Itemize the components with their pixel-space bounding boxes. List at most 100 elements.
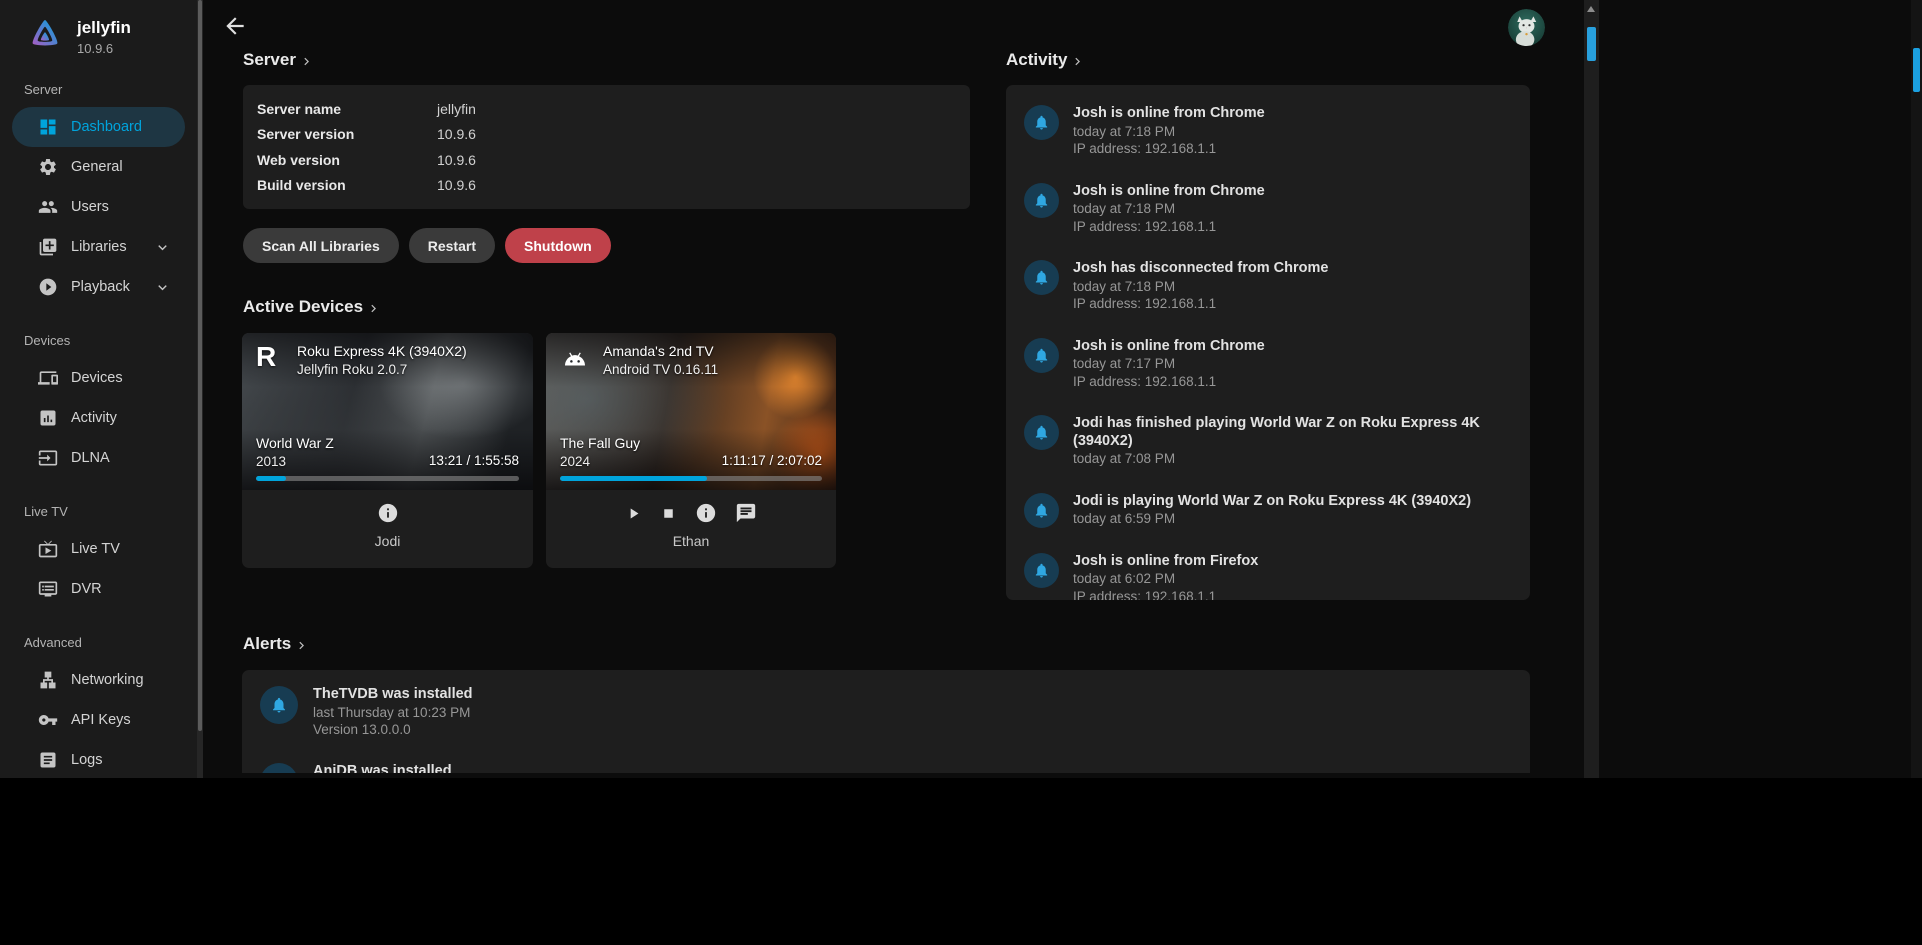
library-add-icon <box>38 237 58 257</box>
server-info-row: Build version 10.9.6 <box>243 173 970 199</box>
activity-entry: Jodi has finished playing World War Z on… <box>1024 415 1516 468</box>
alert-entry: TheTVDB was installed last Thursday at 1… <box>260 686 1530 739</box>
play-button[interactable] <box>625 505 642 522</box>
bell-icon <box>1033 502 1050 519</box>
dvr-icon <box>38 579 58 599</box>
content-scrollbar[interactable] <box>1584 0 1599 778</box>
content-scrollbar-thumb[interactable] <box>1587 27 1596 61</box>
alerts-heading[interactable]: Alerts <box>243 634 309 654</box>
activity-entry: Josh is online from Chrome today at 7:18… <box>1024 183 1516 236</box>
window-scrollbar-thumb[interactable] <box>1913 48 1920 92</box>
server-info-row: Web version 10.9.6 <box>243 147 970 173</box>
now-playing-backdrop: Amanda's 2nd TV Android TV 0.16.11 The F… <box>546 333 836 490</box>
sidebar-item-live-tv[interactable]: Live TV <box>0 529 197 569</box>
input-icon <box>38 448 58 468</box>
playback-progress-bar <box>560 476 822 481</box>
jellyfin-dashboard: jellyfin 10.9.6 Server Dashboard General… <box>0 0 1922 945</box>
sidebar-item-libraries[interactable]: Libraries <box>0 227 197 267</box>
media-title: World War Z <box>256 435 334 451</box>
playback-time: 13:21 / 1:55:58 <box>429 453 519 469</box>
live-tv-icon <box>38 539 58 559</box>
device-name: Roku Express 4K (3940X2) <box>297 343 467 359</box>
info-button[interactable] <box>695 502 717 524</box>
sidebar-scrollbar-thumb[interactable] <box>198 0 202 731</box>
app-title: jellyfin <box>77 18 131 38</box>
app-version: 10.9.6 <box>77 41 131 56</box>
sidebar-item-playback[interactable]: Playback <box>0 267 197 307</box>
info-button[interactable] <box>377 502 399 524</box>
server-section-heading[interactable]: Server <box>243 50 314 70</box>
sidebar-item-logs[interactable]: Logs <box>0 740 197 778</box>
active-device-card: R Roku Express 4K (3940X2) Jellyfin Roku… <box>242 333 533 568</box>
activity-entry: Josh has disconnected from Chrome today … <box>1024 260 1516 313</box>
media-year: 2024 <box>560 454 640 469</box>
scan-all-libraries-button[interactable]: Scan All Libraries <box>243 228 399 263</box>
bell-icon <box>270 773 288 774</box>
sidebar-item-users[interactable]: Users <box>0 187 197 227</box>
sidebar-item-activity[interactable]: Activity <box>0 398 197 438</box>
bell-icon <box>1033 269 1050 286</box>
sidebar-item-api-keys[interactable]: API Keys <box>0 700 197 740</box>
restart-button[interactable]: Restart <box>409 228 495 263</box>
server-info-row: Server version 10.9.6 <box>243 122 970 148</box>
devices-icon <box>38 368 58 388</box>
back-button[interactable] <box>222 13 248 39</box>
brand: jellyfin 10.9.6 <box>0 0 197 56</box>
session-user: Jodi <box>375 533 401 549</box>
chevron-right-icon <box>366 301 381 316</box>
chevron-right-icon <box>1070 54 1085 69</box>
nav-section-label-livetv: Live TV <box>24 504 197 519</box>
activity-entry: Jodi is playing World War Z on Roku Expr… <box>1024 493 1516 528</box>
activity-chart-icon <box>38 408 58 428</box>
client-version: Android TV 0.16.11 <box>603 362 718 377</box>
chevron-down-icon <box>154 279 171 296</box>
shutdown-button[interactable]: Shutdown <box>505 228 611 263</box>
network-icon <box>38 670 58 690</box>
client-version: Jellyfin Roku 2.0.7 <box>297 362 467 377</box>
roku-icon: R <box>256 343 284 371</box>
now-playing-backdrop: R Roku Express 4K (3940X2) Jellyfin Roku… <box>242 333 533 490</box>
bell-icon <box>1033 347 1050 364</box>
playback-progress-fill <box>256 476 286 481</box>
alerts-card: TheTVDB was installed last Thursday at 1… <box>242 670 1530 773</box>
android-icon <box>560 343 590 373</box>
playback-time: 1:11:17 / 2:07:02 <box>722 453 822 469</box>
cat-avatar-image <box>1508 9 1545 46</box>
send-message-button[interactable] <box>735 502 757 524</box>
bell-icon <box>270 696 288 714</box>
nav-section-label-server: Server <box>24 82 197 97</box>
play-circle-icon <box>38 277 58 297</box>
activity-entry: Josh is online from Chrome today at 7:17… <box>1024 338 1516 391</box>
playback-progress-bar <box>256 476 519 481</box>
window-scrollbar[interactable] <box>1911 0 1922 778</box>
sidebar-scrollbar[interactable] <box>197 0 203 778</box>
scroll-up-arrow-icon[interactable] <box>1587 6 1595 12</box>
media-year: 2013 <box>256 454 334 469</box>
chevron-right-icon <box>294 638 309 653</box>
chevron-right-icon <box>299 54 314 69</box>
device-name: Amanda's 2nd TV <box>603 343 718 359</box>
nav-section-label-devices: Devices <box>24 333 197 348</box>
sidebar-item-dvr[interactable]: DVR <box>0 569 197 609</box>
activity-heading[interactable]: Activity <box>1006 50 1085 70</box>
sidebar-item-dashboard[interactable]: Dashboard <box>12 107 185 147</box>
sidebar-item-dlna[interactable]: DLNA <box>0 438 197 478</box>
alert-entry: AniDB was installed <box>260 763 1530 774</box>
back-arrow-icon <box>222 13 248 39</box>
server-info-card: Server name jellyfin Server version 10.9… <box>243 85 970 209</box>
users-icon <box>38 197 58 217</box>
active-devices-heading[interactable]: Active Devices <box>243 297 381 317</box>
gear-icon <box>38 157 58 177</box>
bell-icon <box>1033 562 1050 579</box>
logs-icon <box>38 750 58 770</box>
dashboard-icon <box>38 117 58 137</box>
sidebar: jellyfin 10.9.6 Server Dashboard General… <box>0 0 197 778</box>
app-window: jellyfin 10.9.6 Server Dashboard General… <box>0 0 1922 778</box>
sidebar-item-networking[interactable]: Networking <box>0 660 197 700</box>
activity-entry: Josh is online from Firefox today at 6:0… <box>1024 553 1516 601</box>
sidebar-item-general[interactable]: General <box>0 147 197 187</box>
stop-button[interactable] <box>660 505 677 522</box>
user-avatar[interactable] <box>1508 9 1545 46</box>
sidebar-item-devices[interactable]: Devices <box>0 358 197 398</box>
activity-log-card: Josh is online from Chrome today at 7:18… <box>1006 85 1530 600</box>
